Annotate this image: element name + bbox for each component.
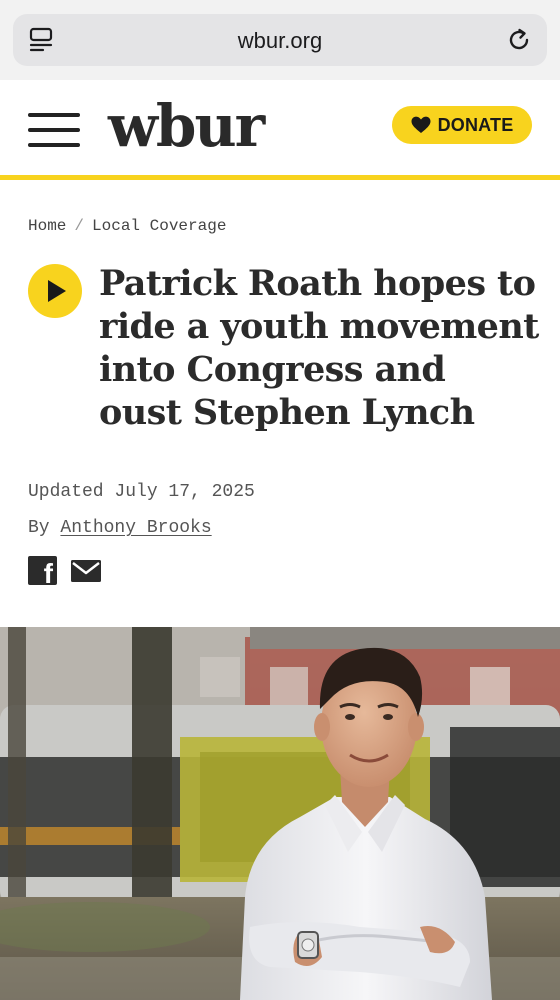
byline: By Anthony Brooks: [28, 518, 212, 538]
breadcrumb: Home / Local Coverage: [28, 217, 226, 235]
heart-icon: [411, 116, 431, 133]
header-divider: [0, 175, 560, 180]
site-header: wbur DONATE: [0, 80, 560, 176]
lead-photo-illustration: [0, 627, 560, 1000]
play-icon: [48, 280, 66, 302]
hamburger-menu-icon[interactable]: [28, 113, 80, 147]
donate-button[interactable]: DONATE: [392, 106, 532, 144]
donate-label: DONATE: [437, 114, 514, 135]
share-buttons: f: [28, 556, 101, 588]
email-icon[interactable]: [71, 560, 101, 582]
address-bar[interactable]: wbur.org: [13, 14, 547, 66]
wbur-logo[interactable]: wbur: [108, 92, 265, 160]
author-link[interactable]: Anthony Brooks: [60, 518, 211, 538]
play-audio-button[interactable]: [28, 264, 82, 318]
updated-date: Updated July 17, 2025: [28, 482, 255, 502]
article-lead-photo: [0, 627, 560, 1000]
facebook-icon[interactable]: f: [28, 556, 57, 588]
browser-toolbar: wbur.org: [0, 0, 560, 80]
url-text[interactable]: wbur.org: [13, 28, 547, 54]
reload-icon[interactable]: [505, 26, 533, 54]
breadcrumb-local-coverage[interactable]: Local Coverage: [92, 217, 226, 235]
breadcrumb-home[interactable]: Home: [28, 217, 66, 235]
breadcrumb-separator: /: [74, 217, 85, 235]
byline-prefix: By: [28, 518, 50, 538]
article-headline: Patrick Roath hopes to ride a youth move…: [99, 263, 539, 433]
